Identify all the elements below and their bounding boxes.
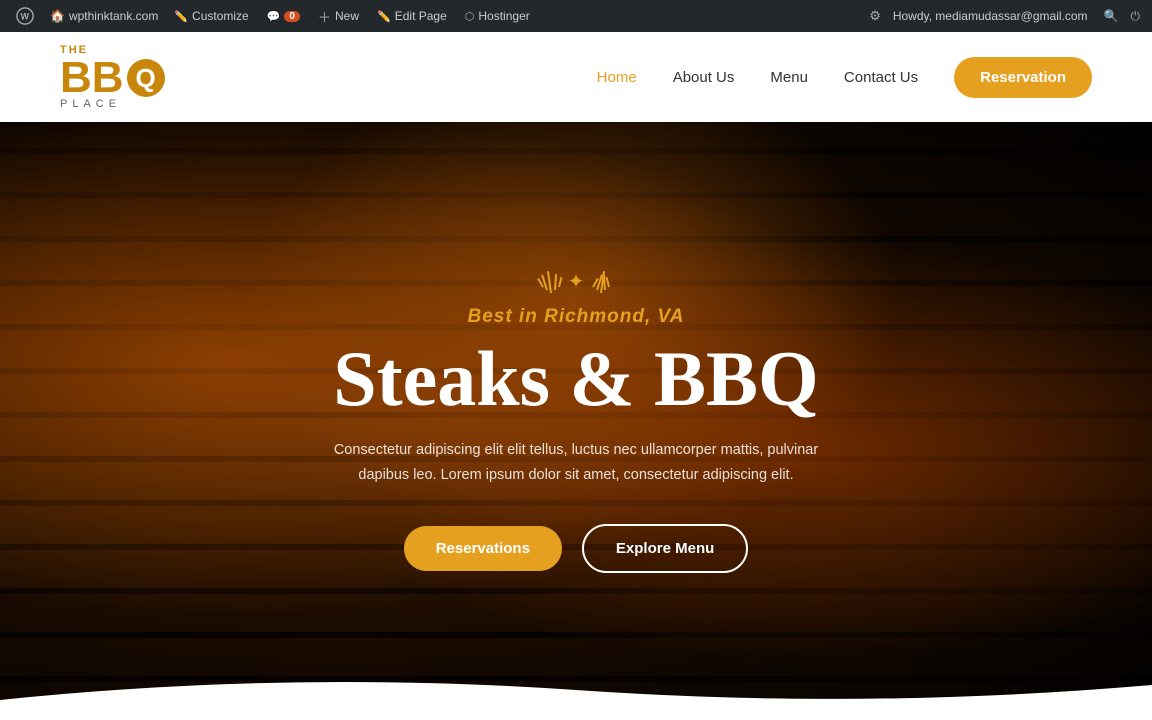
hero-description: Consectetur adipiscing elit elit tellus,… (326, 438, 826, 487)
hero-ornament: ✦ (326, 269, 826, 294)
new-button[interactable]: ＋ New (310, 3, 367, 30)
svg-text:W: W (21, 12, 30, 22)
edit-page-button[interactable]: ✏️ Edit Page (369, 5, 455, 27)
nav-home[interactable]: Home (597, 69, 637, 86)
main-nav: THE BB Q PLACE Home About Us Menu Contac… (0, 32, 1152, 122)
howdy-text[interactable]: Howdy, mediamudassar@gmail.com (885, 5, 1096, 27)
hero-section: ✦ Best in Richmond, VA Steaks & BBQ Cons… (0, 122, 1152, 720)
ornament-center: ✦ (568, 269, 585, 294)
hero-content: ✦ Best in Richmond, VA Steaks & BBQ Cons… (306, 269, 846, 572)
wp-logo-icon[interactable]: W (8, 3, 42, 29)
hostinger-button[interactable]: ⬡ Hostinger (457, 5, 538, 27)
ornament-right (592, 271, 610, 293)
customize-button[interactable]: ✏️ Customize (166, 5, 256, 27)
reservation-button[interactable]: Reservation (954, 57, 1092, 98)
comments-button[interactable]: 💬 0 (259, 6, 308, 27)
nav-links: Home About Us Menu Contact Us Reservatio… (597, 57, 1092, 98)
bottom-wave (0, 670, 1152, 720)
admin-bar-right: ⚙ Howdy, mediamudassar@gmail.com 🔍 ⏻ (869, 5, 1144, 28)
explore-menu-button[interactable]: Explore Menu (582, 524, 748, 573)
hero-title: Steaks & BBQ (326, 340, 826, 418)
hero-buttons: Reservations Explore Menu (326, 524, 826, 573)
nav-menu[interactable]: Menu (770, 69, 808, 86)
logo-q: Q (127, 59, 165, 97)
logo-bbq: BB (60, 56, 124, 100)
hero-subtitle: Best in Richmond, VA (326, 306, 826, 328)
ornament-left (542, 271, 560, 293)
site-name[interactable]: 🏠 wpthinktank.com (44, 5, 164, 27)
logo-place: PLACE (60, 98, 165, 110)
nav-about[interactable]: About Us (673, 69, 735, 86)
nav-contact[interactable]: Contact Us (844, 69, 918, 86)
admin-bar-left: W 🏠 wpthinktank.com ✏️ Customize 💬 0 ＋ N… (8, 3, 865, 30)
logo[interactable]: THE BB Q PLACE (60, 44, 165, 110)
admin-bar: W 🏠 wpthinktank.com ✏️ Customize 💬 0 ＋ N… (0, 0, 1152, 32)
reservations-button[interactable]: Reservations (404, 526, 562, 571)
